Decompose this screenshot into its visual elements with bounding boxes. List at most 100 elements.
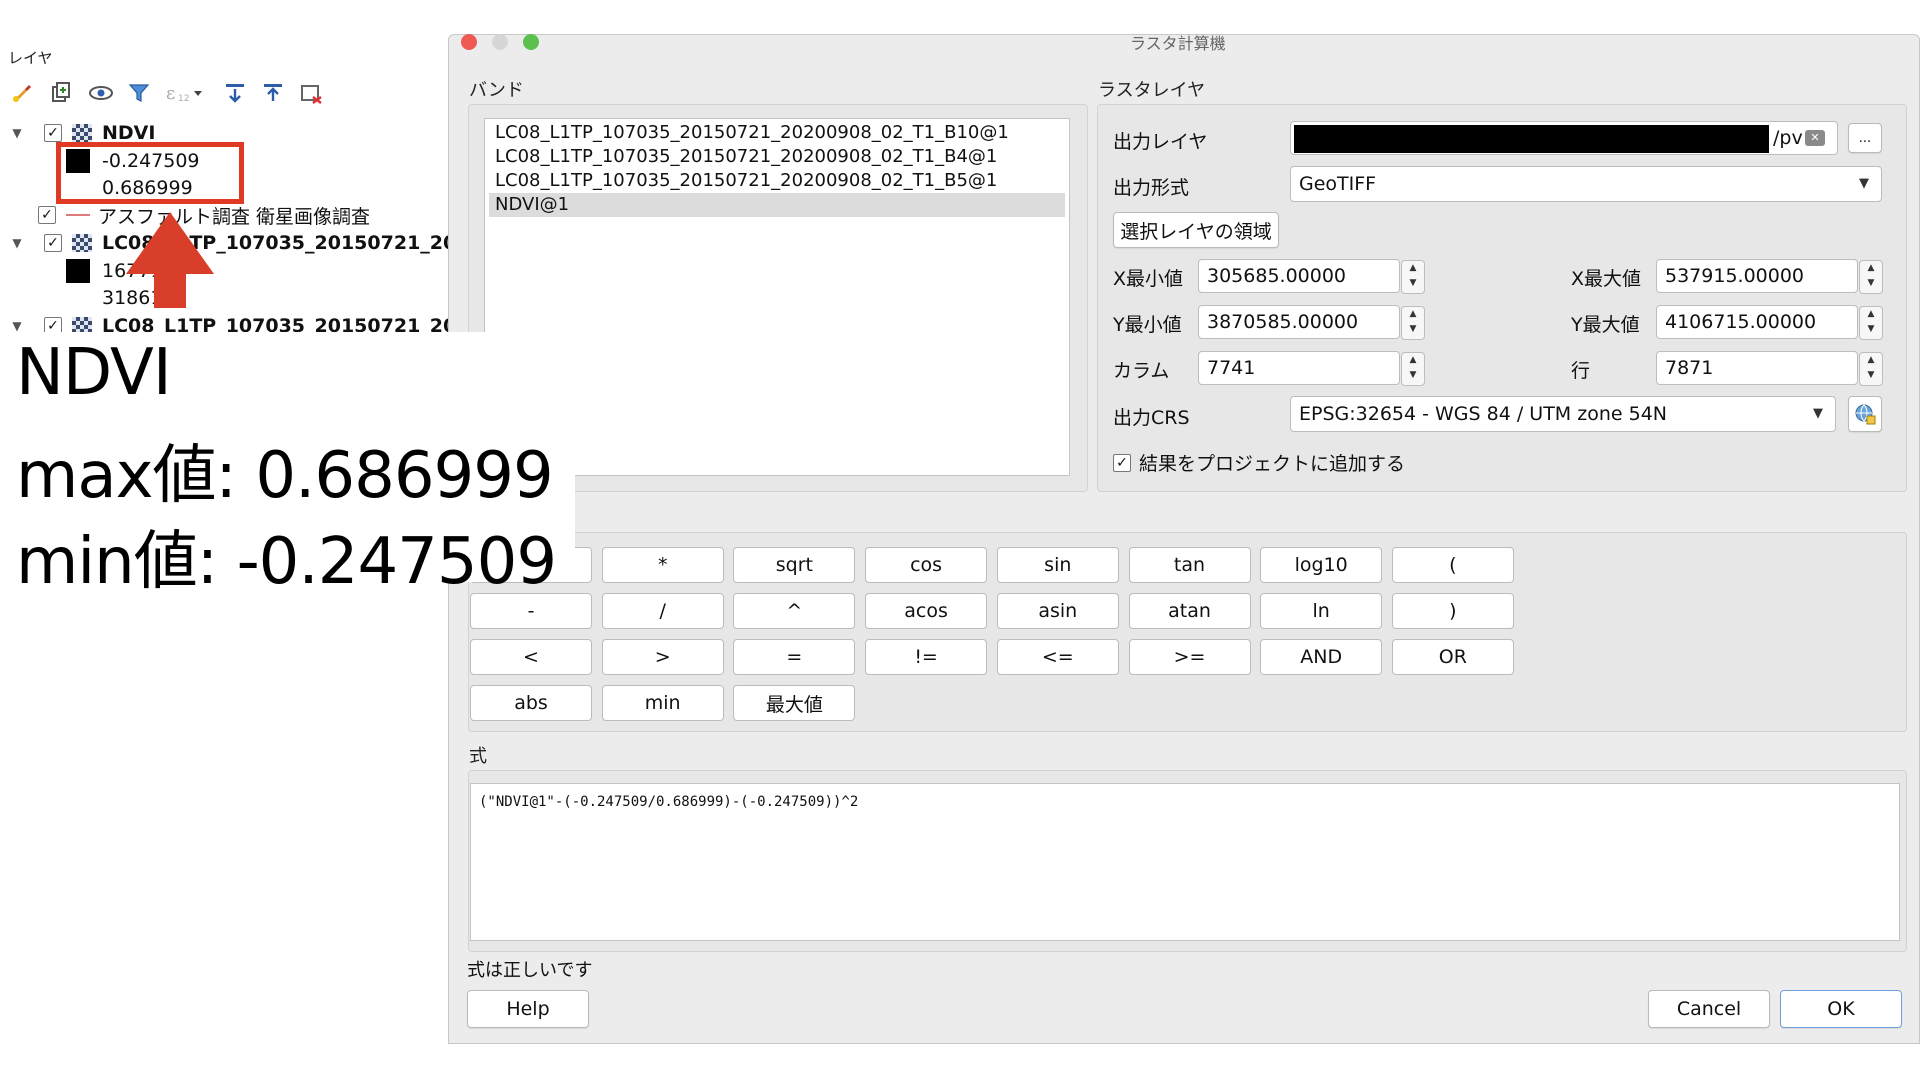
expand-caret-icon[interactable]: ▼ bbox=[10, 236, 24, 250]
band-item-selected[interactable]: NDVI@1 bbox=[489, 193, 1065, 217]
operator-button[interactable]: = bbox=[733, 639, 856, 675]
operator-button[interactable]: OR bbox=[1391, 639, 1514, 675]
rows-input[interactable]: 7871 ▲ ▼ bbox=[1656, 351, 1883, 386]
cancel-button[interactable]: Cancel bbox=[1648, 990, 1770, 1028]
operator-button[interactable]: ^ bbox=[733, 593, 856, 629]
xmax-input[interactable]: 537915.00000 ▲ ▼ bbox=[1656, 259, 1883, 294]
operator-button[interactable]: asin bbox=[996, 593, 1119, 629]
band-item[interactable]: LC08_L1TP_107035_20150721_20200908_02_T1… bbox=[489, 169, 997, 193]
operator-button[interactable]: / bbox=[601, 593, 724, 629]
ymin-spinner[interactable]: ▲ ▼ bbox=[1401, 306, 1425, 340]
close-window-button[interactable] bbox=[461, 34, 477, 50]
annotation-title: NDVI bbox=[16, 336, 172, 410]
output-format-value: GeoTIFF bbox=[1299, 173, 1377, 195]
operator-button[interactable]: 最大値 bbox=[733, 685, 856, 721]
operator-button[interactable]: abs bbox=[470, 685, 592, 721]
output-layer-field[interactable]: /pv ✕ bbox=[1290, 121, 1838, 155]
layer-row-landsat-1[interactable]: ▼ ✓ LC08_L1TP_107035_20150721_2020 bbox=[10, 230, 482, 256]
raster-layer-group-title: ラスタレイヤ bbox=[1098, 80, 1206, 101]
operator-button[interactable]: AND bbox=[1260, 639, 1383, 675]
style-brush-icon[interactable] bbox=[10, 80, 36, 106]
ymax-label: Y最大値 bbox=[1571, 314, 1640, 336]
highlight-rectangle bbox=[56, 142, 244, 204]
expand-all-icon[interactable] bbox=[222, 80, 248, 106]
operator-button[interactable]: ( bbox=[1391, 547, 1514, 583]
output-format-select[interactable]: GeoTIFF ▼ bbox=[1290, 166, 1882, 202]
crs-selector-button[interactable] bbox=[1848, 396, 1882, 432]
operator-button[interactable]: > bbox=[601, 639, 724, 675]
xmin-input[interactable]: 305685.00000 ▲ ▼ bbox=[1198, 259, 1425, 294]
browse-button[interactable]: ... bbox=[1848, 123, 1882, 153]
output-crs-select[interactable]: EPSG:32654 - WGS 84 / UTM zone 54N ▼ bbox=[1290, 396, 1836, 432]
ymax-input[interactable]: 4106715.00000 ▲ ▼ bbox=[1656, 305, 1883, 340]
operator-button[interactable]: <= bbox=[996, 639, 1119, 675]
xmin-spinner[interactable]: ▲ ▼ bbox=[1401, 260, 1425, 294]
layers-panel-title: レイヤ bbox=[8, 49, 53, 67]
operator-button[interactable]: tan bbox=[1128, 547, 1251, 583]
layer-visibility-checkbox[interactable]: ✓ bbox=[38, 206, 56, 224]
annotation-overlay: NDVI max値: 0.686999 min値: -0.247509 bbox=[0, 332, 575, 599]
legend-swatch bbox=[66, 259, 90, 283]
output-layer-label: 出力レイヤ bbox=[1113, 131, 1208, 153]
ok-button[interactable]: OK bbox=[1780, 990, 1902, 1028]
output-crs-label: 出力CRS bbox=[1113, 407, 1190, 429]
maximize-window-button[interactable] bbox=[523, 34, 539, 50]
visibility-eye-icon[interactable] bbox=[88, 80, 114, 106]
rows-spinner[interactable]: ▲ ▼ bbox=[1859, 352, 1883, 386]
svg-text:12: 12 bbox=[178, 94, 189, 104]
raster-layer-icon bbox=[72, 124, 92, 142]
operator-button[interactable]: sin bbox=[996, 547, 1119, 583]
raster-layer-group bbox=[1097, 104, 1907, 492]
layer-visibility-checkbox[interactable]: ✓ bbox=[44, 234, 62, 252]
output-crs-value: EPSG:32654 - WGS 84 / UTM zone 54N bbox=[1299, 403, 1667, 425]
selected-layer-extent-button[interactable]: 選択レイヤの領域 bbox=[1113, 212, 1279, 248]
expression-filter-icon[interactable]: ε 12 bbox=[164, 80, 208, 106]
chevron-down-icon: ▼ bbox=[1813, 406, 1823, 421]
operator-button[interactable]: cos bbox=[865, 547, 988, 583]
annotation-min: min値: -0.247509 bbox=[16, 525, 557, 599]
expression-editor[interactable]: ("NDVI@1"-(-0.247509/0.686999)-(-0.24750… bbox=[470, 783, 1900, 941]
xmin-value: 305685.00000 bbox=[1207, 265, 1347, 287]
ymin-value: 3870585.00000 bbox=[1207, 311, 1359, 333]
raster-layer-icon bbox=[72, 234, 92, 252]
ymax-spinner[interactable]: ▲ ▼ bbox=[1859, 306, 1883, 340]
expand-caret-icon[interactable]: ▼ bbox=[10, 126, 24, 140]
expand-caret-icon[interactable]: ▼ bbox=[10, 319, 24, 333]
columns-input[interactable]: 7741 ▲ ▼ bbox=[1198, 351, 1425, 386]
operator-button[interactable]: >= bbox=[1128, 639, 1251, 675]
operator-button[interactable]: != bbox=[865, 639, 988, 675]
add-to-project-label: 結果をプロジェクトに追加する bbox=[1139, 453, 1406, 475]
operator-button[interactable]: atan bbox=[1128, 593, 1251, 629]
layer-visibility-checkbox[interactable]: ✓ bbox=[44, 124, 62, 142]
ymin-input[interactable]: 3870585.00000 ▲ ▼ bbox=[1198, 305, 1425, 340]
band-item[interactable]: LC08_L1TP_107035_20150721_20200908_02_T1… bbox=[489, 121, 1009, 145]
operator-button[interactable]: < bbox=[470, 639, 592, 675]
operator-button[interactable]: * bbox=[601, 547, 724, 583]
dialog-title: ラスタ計算機 bbox=[1130, 34, 1226, 53]
operator-button[interactable]: ln bbox=[1260, 593, 1383, 629]
operator-button[interactable]: ) bbox=[1391, 593, 1514, 629]
xmax-spinner[interactable]: ▲ ▼ bbox=[1859, 260, 1883, 294]
columns-value: 7741 bbox=[1207, 357, 1256, 379]
minimize-window-button[interactable] bbox=[492, 34, 508, 50]
operator-button[interactable]: sqrt bbox=[733, 547, 856, 583]
redacted-path-block bbox=[1294, 125, 1769, 153]
operator-button[interactable]: log10 bbox=[1260, 547, 1383, 583]
xmax-value: 537915.00000 bbox=[1665, 265, 1805, 287]
operator-button[interactable]: acos bbox=[865, 593, 988, 629]
ymin-label: Y最小値 bbox=[1113, 314, 1182, 336]
add-to-project-checkbox[interactable]: ✓ bbox=[1113, 453, 1131, 472]
svg-text:ε: ε bbox=[166, 83, 175, 104]
output-layer-value: /pv bbox=[1773, 127, 1803, 149]
add-to-project-row[interactable]: ✓ 結果をプロジェクトに追加する bbox=[1113, 449, 1405, 476]
globe-icon bbox=[1855, 404, 1876, 425]
collapse-all-icon[interactable] bbox=[260, 80, 286, 106]
clear-field-icon[interactable]: ✕ bbox=[1805, 130, 1825, 146]
add-group-icon[interactable] bbox=[48, 80, 74, 106]
band-item[interactable]: LC08_L1TP_107035_20150721_20200908_02_T1… bbox=[489, 145, 997, 169]
help-button[interactable]: Help bbox=[467, 990, 589, 1028]
columns-spinner[interactable]: ▲ ▼ bbox=[1401, 352, 1425, 386]
remove-layer-icon[interactable] bbox=[298, 80, 324, 106]
operator-button[interactable]: min bbox=[601, 685, 724, 721]
filter-icon[interactable] bbox=[126, 80, 152, 106]
